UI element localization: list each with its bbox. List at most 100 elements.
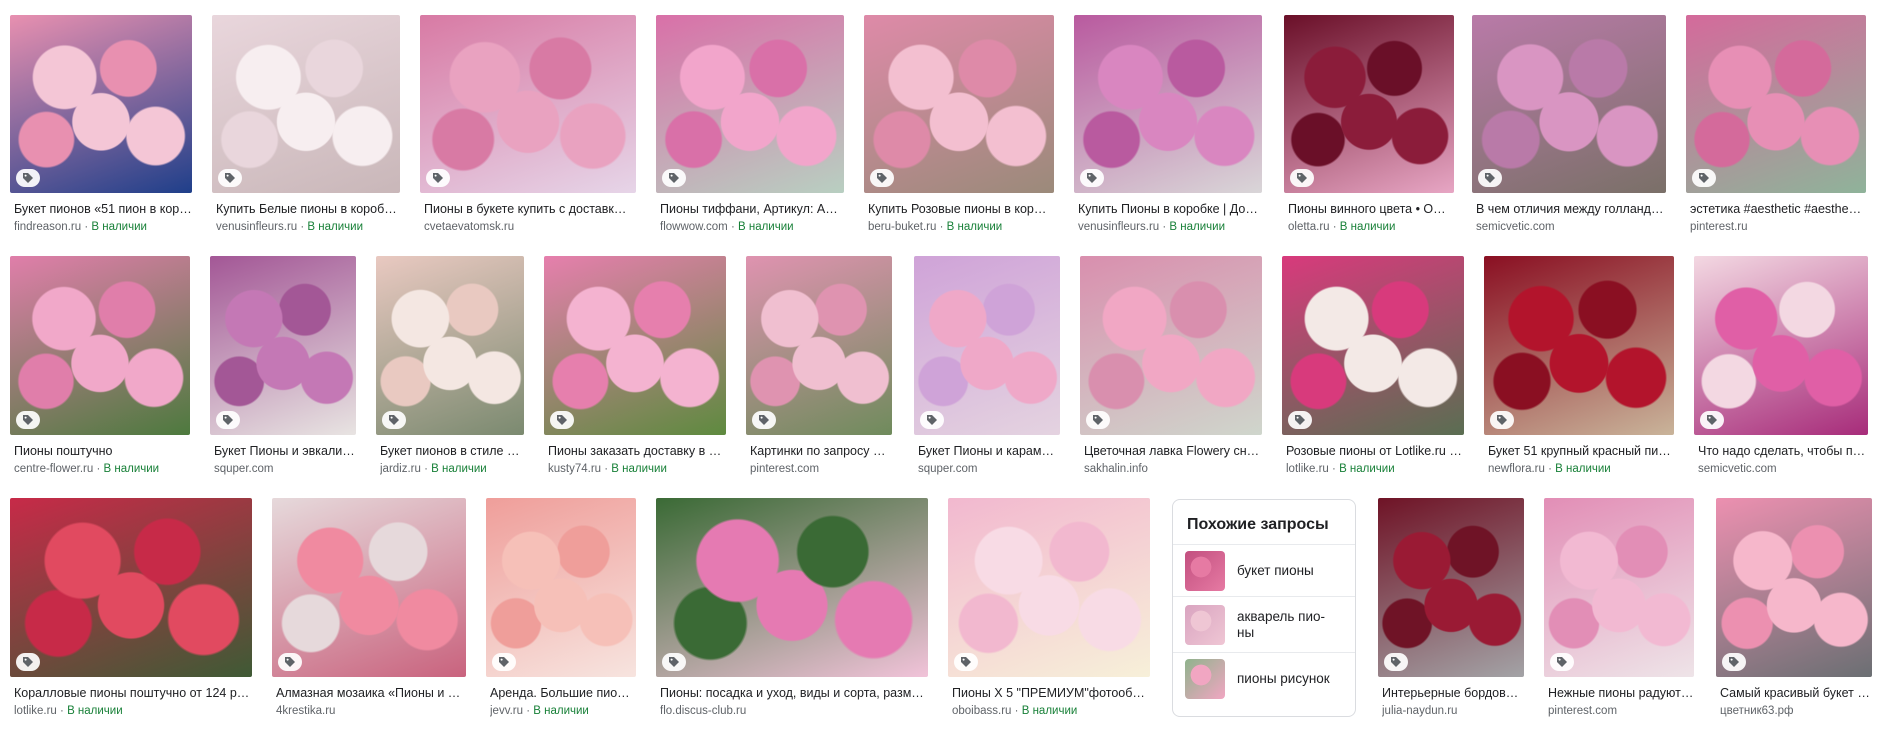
result-source: venusinfleurs.ru · В наличии [216,220,400,234]
result-thumbnail[interactable] [1694,256,1868,435]
result-thumbnail[interactable] [272,498,466,677]
result-thumbnail[interactable] [420,15,636,193]
availability-badge: В наличии [1339,463,1395,475]
result-title[interactable]: Аренда. Большие пио… [490,686,636,701]
result-thumbnail[interactable] [948,498,1150,677]
result-thumbnail[interactable] [1074,15,1262,193]
result-thumbnail[interactable] [746,256,892,435]
result-thumbnail[interactable] [1284,15,1454,193]
related-searches-panel: Похожие запросы букет пионы акварель пио… [1172,499,1356,717]
result-title[interactable]: Цветочная лавка Flowery сн… [1084,444,1262,459]
result-thumbnail[interactable] [210,256,356,435]
result-thumbnail[interactable] [656,15,844,193]
result-title[interactable]: Самый красивый букет … [1720,686,1872,701]
result-title[interactable]: Купить Пионы в коробке | До… [1078,202,1262,217]
image-result[interactable]: Пионы винного цвета • О… oletta.ru · В на… [1284,15,1454,237]
source-domain: flowwow.com [660,221,728,233]
related-search-item[interactable]: акварель пио-ны [1173,596,1355,653]
result-thumbnail[interactable] [1282,256,1464,435]
image-result[interactable]: Купить Пионы в коробке | До… venusinfleur… [1074,15,1262,237]
result-thumbnail[interactable] [1686,15,1866,193]
image-result[interactable]: Розовые пионы от Lotlike.ru … lotlike.ru … [1282,256,1464,479]
availability-badge: В наличии [946,221,1003,233]
image-result[interactable]: В чем отличия между голланд… semicvetic.c… [1472,15,1666,237]
image-result[interactable]: Алмазная мозаика «Пионы и … 4krestika.ru [272,498,466,721]
image-result[interactable]: Аренда. Большие пио… jevv.ru · В наличии [486,498,636,721]
result-title[interactable]: Пионы в букете купить с доставк… [424,202,636,217]
image-result[interactable]: Что надо сделать, чтобы пи… semicvetic.co… [1694,256,1868,479]
availability-badge: В наличии [103,463,160,475]
image-result[interactable]: Купить Розовые пионы в кор… beru-buket.ru… [864,15,1054,237]
result-source: pinterest.ru [1690,220,1866,234]
result-title[interactable]: Что надо сделать, чтобы пи… [1698,444,1868,459]
image-result[interactable]: Цветочная лавка Flowery сн… sakhalin.info [1080,256,1262,479]
image-result[interactable]: Букет пионов в стиле … jardiz.ru · В нали… [376,256,524,479]
result-title[interactable]: Букет пионов в стиле … [380,444,524,459]
result-title[interactable]: Букет Пионы и эвкали… [214,444,356,459]
related-search-label: акварель пио-ны [1237,609,1326,640]
result-title[interactable]: Нежные пионы радуют… [1548,686,1694,701]
image-result[interactable]: Нежные пионы радуют… pinterest.com [1544,498,1694,721]
result-thumbnail[interactable] [864,15,1054,193]
result-thumbnail[interactable] [10,498,252,677]
image-result[interactable]: Пионы поштучно centre-flower.ru · В налич… [10,256,190,479]
result-thumbnail[interactable] [1544,498,1694,677]
source-domain: semicvetic.com [1698,463,1777,475]
image-result[interactable]: Купить Белые пионы в коробк… venusinfleur… [212,15,400,237]
result-title[interactable]: Пионы тиффани, Артикул: А1… [660,202,844,217]
image-result[interactable]: Пионы: посадка и уход, виды и сорта, раз… [656,498,928,721]
result-thumbnail[interactable] [1484,256,1674,435]
result-thumbnail[interactable] [486,498,636,677]
result-title[interactable]: эстетика #aesthetic #aesthe… [1690,202,1866,217]
result-thumbnail[interactable] [656,498,928,677]
image-result[interactable]: Букет 51 крупный красный пи… newflora.ru … [1484,256,1674,479]
result-source: pinterest.com [750,462,892,476]
image-result[interactable]: Интерьерные бордов… julia-naydun.ru [1378,498,1524,721]
result-thumbnail[interactable] [376,256,524,435]
result-title[interactable]: Купить Белые пионы в коробк… [216,202,400,217]
result-thumbnail[interactable] [212,15,400,193]
result-title[interactable]: Алмазная мозаика «Пионы и … [276,686,466,701]
result-source: flo.discus-club.ru [660,704,928,718]
image-result[interactable]: Букет Пионы и карам… squper.com [914,256,1060,479]
result-title[interactable]: Пионы: посадка и уход, виды и сорта, раз… [660,686,928,701]
result-title[interactable]: Пионы поштучно [14,444,190,459]
result-title[interactable]: Букет пионов «51 пион в кор… [14,202,192,217]
result-title[interactable]: Пионы Х 5 "ПРЕМИУМ"фотообо… [952,686,1150,701]
result-title[interactable]: Интерьерные бордов… [1382,686,1524,701]
related-search-item[interactable]: букет пионы [1173,544,1355,597]
image-result[interactable]: Пионы Х 5 "ПРЕМИУМ"фотообо… oboibass.ru ·… [948,498,1150,721]
result-title[interactable]: Картинки по запросу … [750,444,892,459]
result-title[interactable]: Розовые пионы от Lotlike.ru … [1286,444,1464,459]
result-title[interactable]: Купить Розовые пионы в кор… [868,202,1054,217]
result-title[interactable]: Пионы заказать доставку в … [548,444,726,459]
result-thumbnail[interactable] [914,256,1060,435]
result-thumbnail[interactable] [1472,15,1666,193]
shopping-tag-icon [218,169,242,187]
result-thumbnail[interactable] [10,15,192,193]
shopping-tag-icon [662,653,686,671]
result-title[interactable]: Букет 51 крупный красный пи… [1488,444,1674,459]
result-thumbnail[interactable] [1080,256,1262,435]
result-title[interactable]: Пионы винного цвета • О… [1288,202,1454,217]
source-domain: sakhalin.info [1084,463,1148,475]
image-result[interactable]: Букет Пионы и эвкали… squper.com [210,256,356,479]
result-title[interactable]: Коралловые пионы поштучно от 124 р… [14,686,252,701]
image-result[interactable]: Пионы в букете купить с доставк… cvetaeva… [420,15,636,237]
source-domain: oletta.ru [1288,221,1330,233]
source-domain: 4krestika.ru [276,705,336,717]
result-title[interactable]: В чем отличия между голланд… [1476,202,1666,217]
result-thumbnail[interactable] [1378,498,1524,677]
image-result[interactable]: Пионы тиффани, Артикул: А1… flowwow.com ·… [656,15,844,237]
image-result[interactable]: Пионы заказать доставку в … kusty74.ru · … [544,256,726,479]
result-thumbnail[interactable] [544,256,726,435]
image-result[interactable]: Картинки по запросу … pinterest.com [746,256,892,479]
image-result[interactable]: эстетика #aesthetic #aesthe… pinterest.ru [1686,15,1866,237]
result-thumbnail[interactable] [10,256,190,435]
result-title[interactable]: Букет Пионы и карам… [918,444,1060,459]
image-result[interactable]: Букет пионов «51 пион в кор… findreason.r… [10,15,192,237]
related-search-item[interactable]: пионы рисунок [1173,652,1355,705]
image-result[interactable]: Самый красивый букет … цветник63.рф [1716,498,1872,721]
image-result[interactable]: Коралловые пионы поштучно от 124 р… lotli… [10,498,252,721]
result-thumbnail[interactable] [1716,498,1872,677]
